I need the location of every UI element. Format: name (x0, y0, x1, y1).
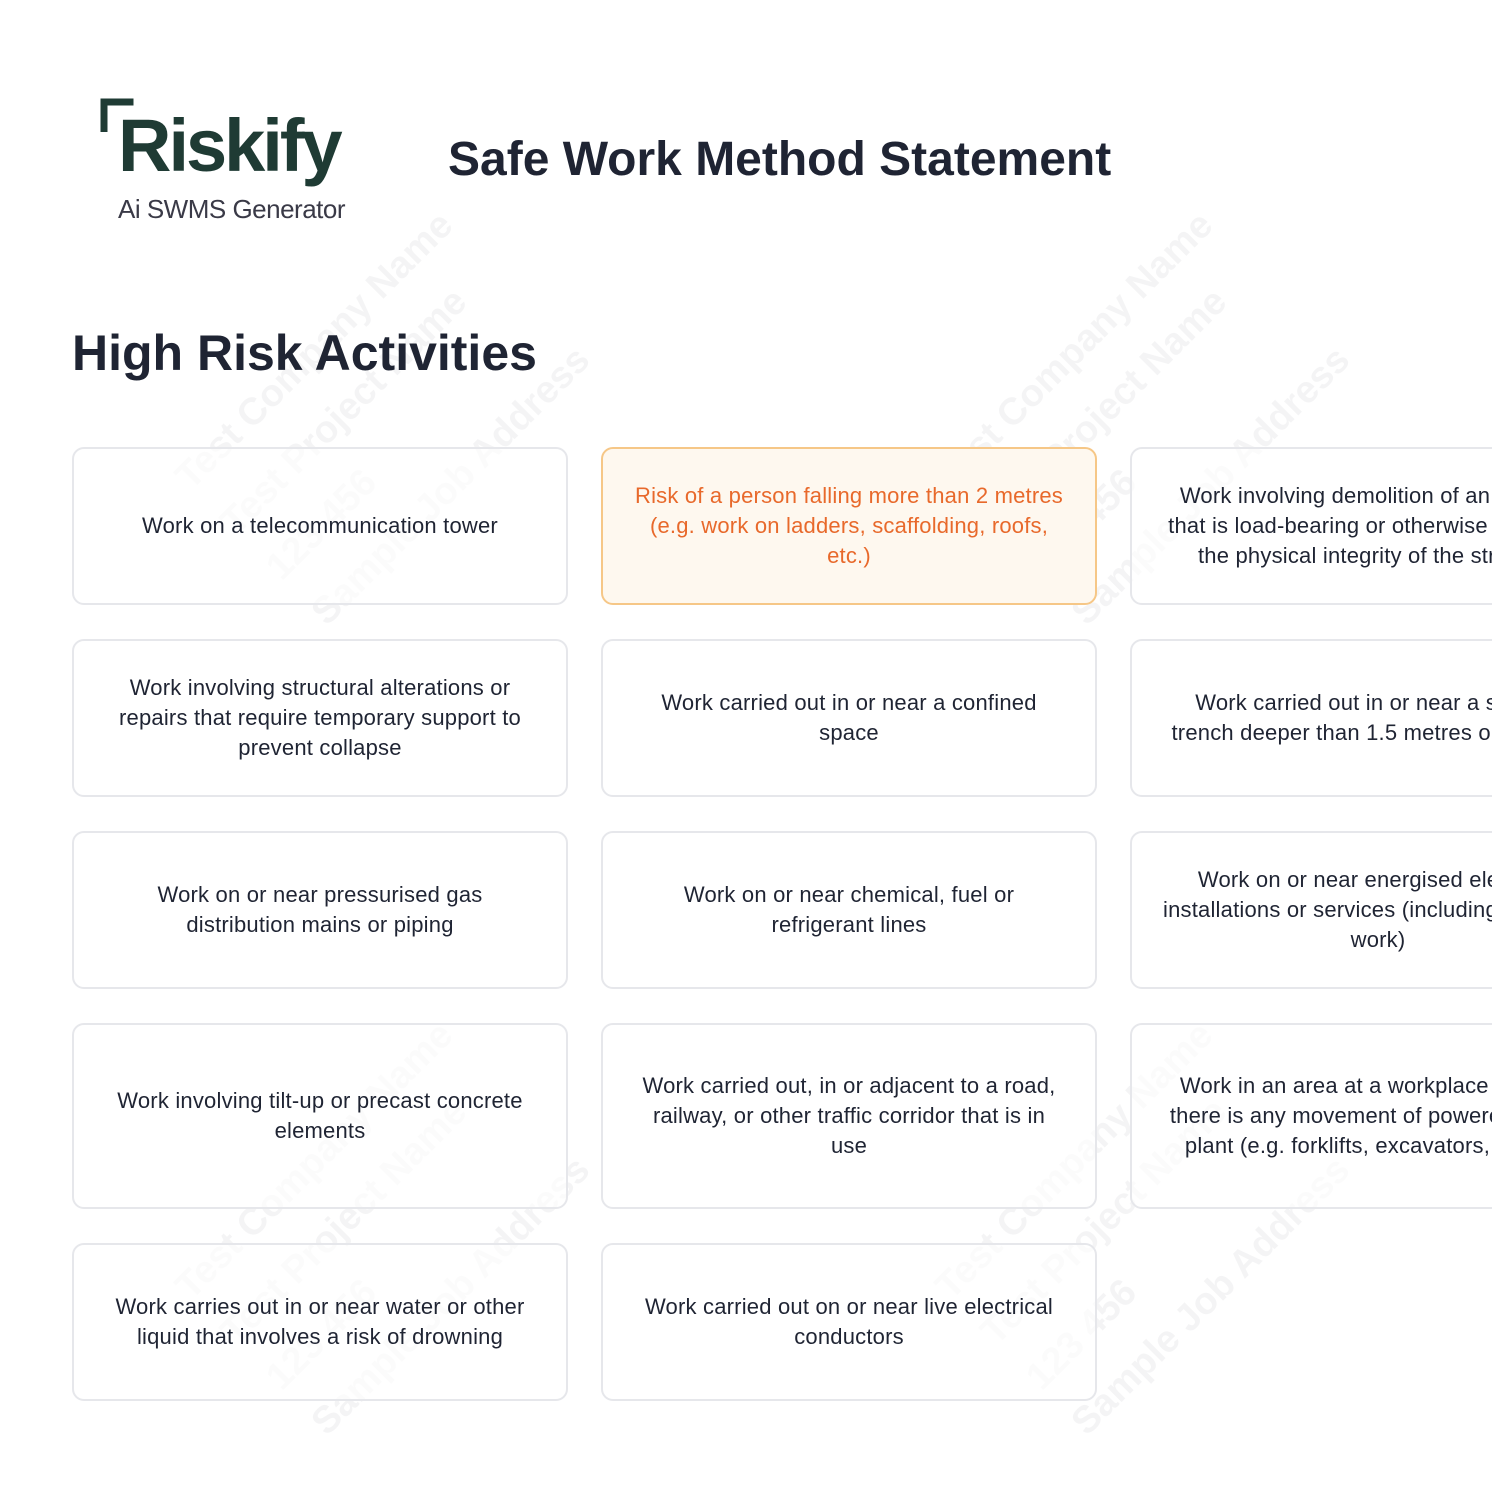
activity-card[interactable]: Work involving tilt-up or precast concre… (72, 1023, 568, 1209)
activity-label: Work carried out, in or adjacent to a ro… (642, 1073, 1056, 1158)
activity-label: Work on or near pressurised gas distribu… (157, 882, 483, 937)
activity-card[interactable]: Work carried out on or near live electri… (601, 1243, 1097, 1401)
activity-card[interactable]: Work in an area at a workplace in which … (1130, 1023, 1492, 1209)
activity-label: Work carries out in or near water or oth… (115, 1294, 525, 1349)
activity-card[interactable]: Work carried out in or near a shaft or t… (1130, 639, 1492, 797)
activity-label: Work carried out in or near a confined s… (661, 690, 1037, 745)
logo-wordmark: Riskify (118, 104, 343, 187)
page: Test Company Name Test Project Name 123 … (0, 0, 1492, 1500)
activity-card[interactable]: Work on or near energised electrical ins… (1130, 831, 1492, 989)
section-title: High Risk Activities (72, 325, 537, 381)
activity-card[interactable]: Work involving structural alterations or… (72, 639, 568, 797)
activity-label: Risk of a person falling more than 2 met… (634, 483, 1064, 568)
activity-card[interactable]: Work on or near pressurised gas distribu… (72, 831, 568, 989)
activity-card[interactable]: Work carried out, in or adjacent to a ro… (601, 1023, 1097, 1209)
activity-label: Work involving tilt-up or precast concre… (117, 1088, 523, 1143)
activity-card[interactable]: Work involving demolition of an element … (1130, 447, 1492, 605)
document-title: Safe Work Method Statement (448, 133, 1112, 186)
activity-label: Work involving structural alterations or… (119, 675, 521, 760)
activity-label: Work carried out in or near a shaft or t… (1171, 690, 1492, 745)
activity-label: Work involving demolition of an element … (1168, 483, 1492, 568)
activity-label: Work on or near chemical, fuel or refrig… (683, 882, 1015, 937)
activity-card-selected[interactable]: Risk of a person falling more than 2 met… (601, 447, 1097, 605)
activity-label: Work carried out on or near live electri… (644, 1294, 1054, 1349)
activity-label: Work on or near energised electrical ins… (1162, 867, 1492, 952)
activity-card[interactable]: Work carries out in or near water or oth… (72, 1243, 568, 1401)
high-risk-activities-grid: Work on a telecommunication tower Risk o… (72, 447, 1492, 1401)
logo-subtitle: Ai SWMS Generator (118, 194, 346, 224)
activity-label: Work in an area at a workplace in which … (1169, 1073, 1492, 1158)
activity-label: Work on a telecommunication tower (142, 513, 498, 538)
activity-card[interactable]: Work on a telecommunication tower (72, 447, 568, 605)
riskify-logo: Riskify Ai SWMS Generator (100, 96, 380, 236)
activity-card[interactable]: Work on or near chemical, fuel or refrig… (601, 831, 1097, 989)
activity-card[interactable]: Work carried out in or near a confined s… (601, 639, 1097, 797)
